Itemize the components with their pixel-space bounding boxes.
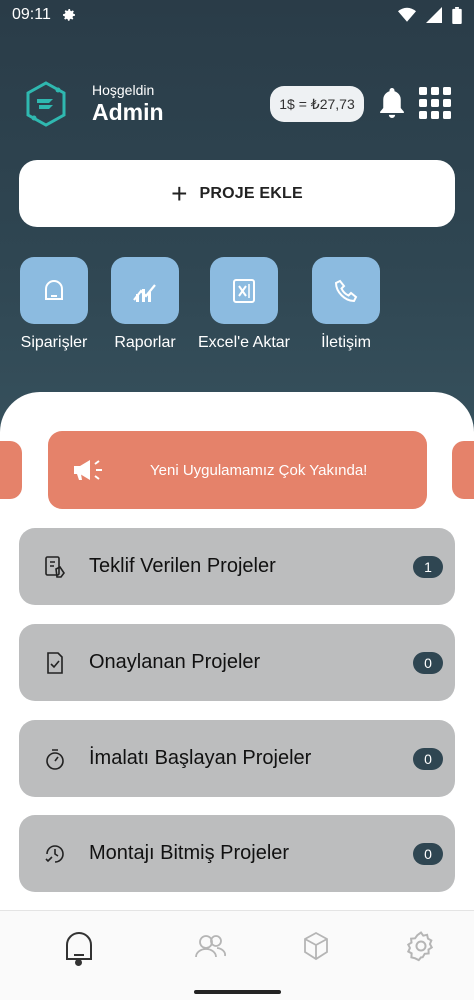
quick-action-label: Excel'e Aktar — [198, 334, 290, 351]
megaphone-icon — [74, 460, 102, 480]
users-icon[interactable] — [193, 929, 227, 963]
quick-action-label: Raporlar — [114, 334, 176, 351]
battery-icon — [452, 6, 462, 24]
quick-action-reports[interactable]: Raporlar — [111, 257, 179, 352]
count-badge: 0 — [413, 651, 443, 674]
plus-icon: + — [171, 177, 188, 209]
wifi-icon — [398, 7, 416, 22]
gesture-bar — [194, 990, 281, 994]
document-check-icon — [47, 651, 63, 674]
order-icon — [45, 279, 63, 300]
document-hand-icon — [45, 555, 65, 578]
project-card-assembly-done[interactable]: Montajı Bitmiş Projeler 0 — [19, 815, 455, 892]
project-card-title: Teklif Verilen Projeler — [89, 555, 276, 577]
home-icon[interactable] — [62, 929, 96, 963]
project-card-production[interactable]: İmalatı Başlayan Projeler 0 — [19, 720, 455, 797]
excel-tile[interactable] — [209, 257, 278, 324]
welcome-text: Hoşgeldin — [92, 82, 155, 98]
phone-icon — [334, 279, 358, 302]
add-project-button[interactable]: + PROJE EKLE — [19, 160, 455, 227]
project-card-title: Onaylanan Projeler — [89, 651, 261, 673]
announcement-banner[interactable]: Yeni Uygulamamız Çok Yakında! — [48, 431, 427, 509]
signal-icon — [426, 7, 442, 23]
quick-action-label: İletişim — [321, 334, 371, 351]
username: Admin — [92, 99, 164, 125]
project-card-title: İmalatı Başlayan Projeler — [89, 747, 312, 769]
carousel-next-slide[interactable] — [452, 441, 474, 499]
count-badge: 1 — [413, 555, 443, 578]
bell-icon[interactable] — [377, 86, 407, 120]
contact-tile[interactable] — [312, 257, 380, 324]
chart-icon — [133, 283, 156, 302]
banner-text: Yeni Uygulamamız Çok Yakında! — [150, 461, 368, 479]
status-bar: 09:11 — [0, 0, 474, 30]
add-project-label: PROJE EKLE — [199, 184, 303, 202]
app-logo-icon — [26, 81, 66, 127]
apps-grid-icon[interactable] — [419, 87, 451, 119]
stopwatch-icon — [46, 748, 64, 770]
project-card-offered[interactable]: Teklif Verilen Projeler 1 — [19, 528, 455, 605]
bottom-navigation — [0, 910, 474, 1000]
orders-tile[interactable] — [20, 257, 88, 324]
quick-action-excel[interactable]: Excel'e Aktar — [198, 257, 290, 352]
status-time: 09:11 — [12, 6, 51, 23]
carousel-prev-slide[interactable] — [0, 441, 22, 499]
quick-action-contact[interactable]: İletişim — [312, 257, 380, 352]
active-tab-indicator — [75, 959, 82, 966]
cube-icon[interactable] — [299, 929, 333, 963]
quick-action-label: Siparişler — [20, 334, 88, 351]
history-check-icon — [45, 844, 64, 863]
project-card-approved[interactable]: Onaylanan Projeler 0 — [19, 624, 455, 701]
reports-tile[interactable] — [111, 257, 179, 324]
gear-icon[interactable] — [404, 929, 438, 963]
count-badge: 0 — [413, 842, 443, 865]
count-badge: 0 — [413, 747, 443, 770]
quick-action-orders[interactable]: Siparişler — [20, 257, 88, 352]
project-card-title: Montajı Bitmiş Projeler — [89, 842, 290, 864]
gear-icon — [62, 9, 75, 21]
exchange-rate-chip[interactable]: 1$ = ₺27,73 — [270, 86, 364, 122]
excel-icon — [232, 278, 255, 303]
